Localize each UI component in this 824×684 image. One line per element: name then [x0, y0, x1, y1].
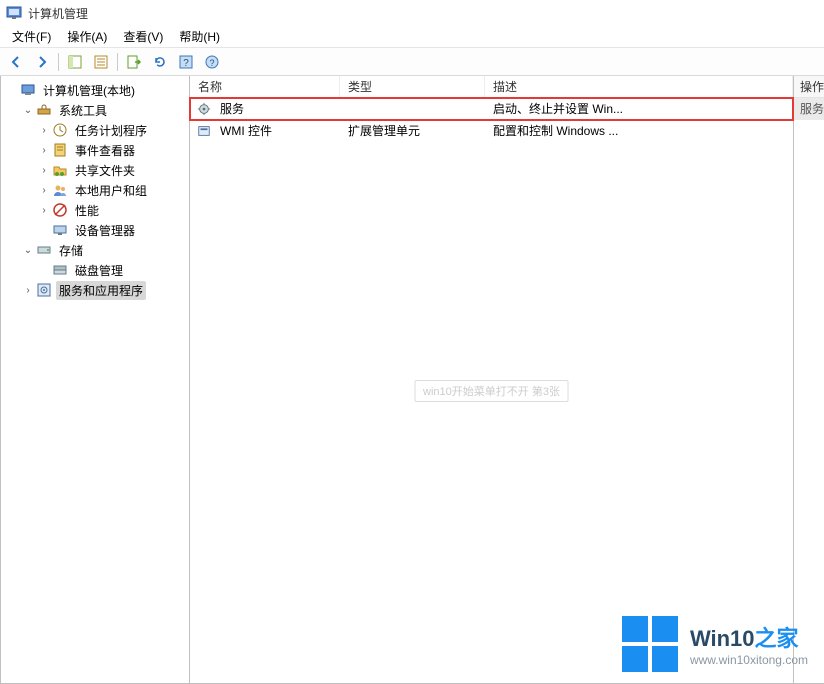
menu-action[interactable]: 操作(A) [59, 26, 115, 47]
properties-button[interactable] [89, 50, 113, 74]
list-header: 名称 类型 描述 [190, 76, 793, 98]
tree-root[interactable]: 计算机管理(本地) [5, 80, 189, 100]
tree-device-manager[interactable]: 设备管理器 [37, 220, 189, 240]
cell-type: 扩展管理单元 [340, 120, 485, 142]
chevron-right-icon[interactable]: › [37, 143, 51, 157]
cell-desc: 配置和控制 Windows ... [485, 120, 793, 142]
cell-name: 服务 [212, 98, 340, 120]
back-button[interactable] [4, 50, 28, 74]
chevron-down-icon[interactable]: ⌄ [21, 103, 35, 117]
show-hide-tree-button[interactable] [63, 50, 87, 74]
tree-disk-mgmt[interactable]: 磁盘管理 [37, 260, 189, 280]
tree-local-users[interactable]: › 本地用户和组 [37, 180, 189, 200]
tree-label: 性能 [72, 201, 102, 220]
storage-icon [36, 242, 52, 258]
window-titlebar: 计算机管理 [0, 0, 824, 26]
tree-label: 系统工具 [56, 101, 110, 120]
list-row-services[interactable]: 服务 启动、终止并设置 Win... [190, 98, 793, 120]
menu-bar: 文件(F) 操作(A) 查看(V) 帮助(H) [0, 26, 824, 48]
tree-shared-folders[interactable]: › 共享文件夹 [37, 160, 189, 180]
gear-icon [196, 101, 212, 117]
tree-label: 设备管理器 [72, 221, 138, 240]
help-button[interactable]: ? [200, 50, 224, 74]
brand-subtitle: www.win10xitong.com [690, 653, 808, 667]
brand-overlay: Win10之家 www.win10xitong.com [622, 616, 808, 672]
toolbar-separator [117, 53, 118, 71]
tree-services-apps[interactable]: › 服务和应用程序 [21, 280, 189, 300]
tree-label: 磁盘管理 [72, 261, 126, 280]
menu-file[interactable]: 文件(F) [4, 26, 59, 47]
list-row-wmi[interactable]: WMI 控件 扩展管理单元 配置和控制 Windows ... [190, 120, 793, 142]
cell-name: WMI 控件 [212, 120, 340, 142]
actions-header: 操作 [794, 76, 824, 98]
menu-view[interactable]: 查看(V) [115, 26, 171, 47]
chevron-right-icon[interactable]: › [37, 183, 51, 197]
svg-text:?: ? [183, 58, 189, 69]
chevron-right-icon[interactable]: › [37, 123, 51, 137]
shared-folder-icon [52, 162, 68, 178]
toolbar: ? ? [0, 48, 824, 76]
export-list-button[interactable] [122, 50, 146, 74]
cell-desc: 启动、终止并设置 Win... [485, 98, 793, 120]
brand-title-accent: 之家 [755, 626, 799, 651]
tree-storage[interactable]: ⌄ 存储 [21, 240, 189, 260]
menu-help[interactable]: 帮助(H) [171, 26, 228, 47]
refresh-button[interactable] [148, 50, 172, 74]
column-type[interactable]: 类型 [340, 76, 485, 97]
chevron-right-icon[interactable]: › [37, 203, 51, 217]
tree-system-tools[interactable]: ⌄ 系统工具 [21, 100, 189, 120]
tree-label: 本地用户和组 [72, 181, 150, 200]
tree-event-viewer[interactable]: › 事件查看器 [37, 140, 189, 160]
column-name[interactable]: 名称 [190, 76, 340, 97]
column-desc[interactable]: 描述 [485, 76, 793, 97]
content-area: 计算机管理(本地) ⌄ 系统工具 › [0, 76, 824, 684]
actions-item[interactable]: 服务 [794, 98, 824, 120]
performance-icon [52, 202, 68, 218]
brand-title: Win10之家 [690, 621, 808, 653]
tree-label: 计算机管理(本地) [40, 81, 138, 100]
brand-title-pre: Win10 [690, 626, 755, 651]
forward-button[interactable] [30, 50, 54, 74]
users-icon [52, 182, 68, 198]
context-help-button[interactable]: ? [174, 50, 198, 74]
services-apps-icon [36, 282, 52, 298]
event-icon [52, 142, 68, 158]
toolbar-separator [58, 53, 59, 71]
windows-logo-icon [622, 616, 678, 672]
clock-icon [52, 122, 68, 138]
tree-performance[interactable]: › 性能 [37, 200, 189, 220]
wmi-icon [196, 123, 212, 139]
tree-label: 任务计划程序 [72, 121, 150, 140]
tree-task-scheduler[interactable]: › 任务计划程序 [37, 120, 189, 140]
tools-icon [36, 102, 52, 118]
chevron-right-icon[interactable]: › [21, 283, 35, 297]
list-body[interactable]: 服务 启动、终止并设置 Win... WMI 控件 扩展管理单元 配置和控制 W… [190, 98, 793, 683]
expander-none [37, 223, 51, 237]
device-icon [52, 222, 68, 238]
window-title: 计算机管理 [28, 5, 88, 22]
tree-label: 存储 [56, 241, 86, 260]
svg-text:?: ? [209, 58, 214, 68]
tree-label: 服务和应用程序 [56, 281, 146, 300]
chevron-right-icon[interactable]: › [37, 163, 51, 177]
computer-mgmt-icon [20, 82, 36, 98]
list-pane: 名称 类型 描述 服务 启动、终止并设置 Win... WMI 控件 扩展管理单… [190, 76, 794, 684]
expander-none [37, 263, 51, 277]
disk-icon [52, 262, 68, 278]
chevron-down-icon[interactable]: ⌄ [21, 243, 35, 257]
app-icon [6, 5, 22, 21]
navigation-tree[interactable]: 计算机管理(本地) ⌄ 系统工具 › [0, 76, 190, 684]
expander-icon[interactable] [5, 83, 19, 97]
tree-label: 共享文件夹 [72, 161, 138, 180]
actions-pane: 操作 服务 [794, 76, 824, 684]
tree-label: 事件查看器 [72, 141, 138, 160]
watermark: win10开始菜单打不开 第3张 [414, 380, 569, 402]
